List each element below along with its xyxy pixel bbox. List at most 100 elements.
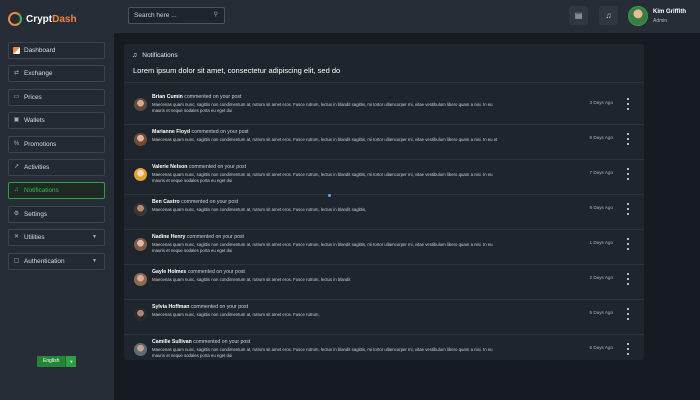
sidebar-item-utilities[interactable]: ✕ Utilities ▼ [8,229,105,247]
more-options-icon[interactable] [626,343,630,355]
language-selector[interactable]: English ▼ [37,356,77,367]
messages-button[interactable]: ▤ [569,6,588,25]
notification-action: commented on your post [188,164,247,170]
notification-body: Maecenas quam nunc, sagittis non condime… [152,277,351,282]
notification-author[interactable]: Sylvia Hoffman [152,304,189,310]
search-icon[interactable]: ⚲ [214,11,218,18]
avatar [134,133,147,146]
notification-body: Maecenas quam nunc, sagittis non condime… [152,102,493,113]
sidebar-item-label: Notifications [24,187,59,195]
avatar [134,238,147,251]
notifications-button[interactable]: ♫ [599,6,618,25]
user-role: Admin [653,18,668,24]
sidebar-item-label: Promotions [24,140,57,148]
sidebar-item-wallets[interactable]: ▣ Wallets [8,112,105,130]
notification-row[interactable]: Nadine Henry commented on your post Maec… [124,230,644,265]
notification-list: Brian Cumin commented on your post Maece… [124,90,644,370]
sidebar-item-promotions[interactable]: % Promotions [8,135,105,153]
sidebar-item-exchange[interactable]: ⇄ Exchange [8,65,105,83]
logo-icon [8,12,22,26]
language-button[interactable]: English [37,356,66,367]
avatar[interactable] [628,6,648,26]
notification-body: Maecenas quam nunc, sagittis non condime… [152,312,320,317]
sidebar-item-notifications[interactable]: ♫ Notifications [8,182,105,200]
avatar [134,98,147,111]
sidebar-item-label: Exchange [24,70,53,78]
more-options-icon[interactable] [626,238,630,250]
logo[interactable]: CryptDash [8,12,77,26]
panel-subtitle: Lorem ipsum dolor sit amet, consectetur … [133,66,341,75]
brand-suffix: Dash [52,13,77,25]
panel-title: Notifications [142,52,178,59]
notification-row[interactable]: Gayle Holmes commented on your post Maec… [124,265,644,300]
chevron-down-icon[interactable]: ▼ [65,356,77,367]
topbar: ⚲ ▤ ♫ Kim Griffith Admin [114,0,700,33]
more-options-icon[interactable] [626,168,630,180]
notification-action: commented on your post [191,129,249,135]
notification-body: Maecenas quam nunc, sagittis non condime… [152,172,493,183]
avatar [134,308,147,321]
notification-body: Maecenas quam nunc, sagittis non condime… [152,242,493,253]
notification-row[interactable]: Sylvia Hoffman commented on your post Ma… [124,300,644,335]
sidebar-item-label: Utilities [24,234,45,242]
sidebar-item-label: Prices [24,93,42,101]
notification-author[interactable]: Camille Sullivan [152,339,192,345]
notification-time: 1 Days Ago [589,240,614,245]
percent-icon: % [13,140,20,147]
bell-icon: ♫ [605,11,612,20]
chevron-down-icon: ▼ [92,234,97,241]
notification-row[interactable]: Ben Castro commented on your post Maecen… [124,195,644,230]
more-options-icon[interactable] [626,98,630,110]
notification-action: commented on your post [186,234,244,240]
more-options-icon[interactable] [626,133,630,145]
notification-author[interactable]: Brian Cumin [152,94,183,100]
avatar [134,168,147,181]
sidebar-item-prices[interactable]: ▭ Prices [8,88,105,106]
avatar [134,343,147,356]
divider [124,82,644,83]
notification-action: commented on your post [181,199,239,205]
gear-icon: ⚙ [13,210,20,217]
sidebar-item-activities[interactable]: ↗ Activities [8,158,105,176]
sidebar-item-label: Wallets [24,117,45,125]
more-options-icon[interactable] [626,273,630,285]
notification-author[interactable]: Nadine Henry [152,234,185,240]
notification-time: 6 Days Ago [589,345,614,350]
notification-time: 8 Days Ago [589,205,614,210]
sidebar-item-label: Activities [24,163,50,171]
notification-author[interactable]: Marianne Floyd [152,129,190,135]
sidebar-item-settings[interactable]: ⚙ Settings [8,205,105,223]
search-box[interactable]: ⚲ [128,7,225,24]
notification-action: commented on your post [190,304,249,310]
sidebar: CryptDash Dashboard ⇄ Exchange ▭ Prices … [0,0,114,400]
bell-icon: ♫ [14,187,19,194]
lock-icon: ▢ [13,257,20,264]
brand-prefix: Crypt [26,13,53,25]
sidebar-item-dashboard[interactable]: Dashboard [8,42,105,59]
notification-author[interactable]: Ben Castro [152,199,180,205]
prices-icon: ▭ [13,93,20,100]
notification-author[interactable]: Gayle Holmes [152,269,186,275]
message-icon: ▤ [574,11,583,20]
notification-time: 7 Days Ago [589,170,614,175]
search-input[interactable] [134,12,214,19]
notification-body: Maecenas quam nunc, sagittis non condime… [152,137,498,142]
notification-body: Maecenas quam nunc, sagittis non condime… [152,207,367,212]
bell-icon: ♫ [132,52,138,59]
sidebar-item-label: Settings [24,210,48,218]
cursor-indicator [328,194,331,197]
sidebar-item-authentication[interactable]: ▢ Authentication ▼ [8,252,105,270]
notification-row[interactable]: Marianne Floyd commented on your post Ma… [124,125,644,160]
notification-time: 5 Days Ago [589,310,614,315]
more-options-icon[interactable] [626,203,630,215]
notification-row[interactable]: Valerie Nelson commented on your post Ma… [124,160,644,195]
sidebar-item-label: Authentication [24,257,65,265]
activity-icon: ↗ [13,163,20,170]
notification-author[interactable]: Valerie Nelson [152,164,187,170]
notification-action: commented on your post [184,94,242,100]
more-options-icon[interactable] [626,308,630,320]
sidebar-nav: Dashboard ⇄ Exchange ▭ Prices ▣ Wallets … [8,42,105,276]
notification-row[interactable]: Brian Cumin commented on your post Maece… [124,90,644,125]
notification-row[interactable]: Camille Sullivan commented on your post … [124,335,644,370]
notification-body: Maecenas quam nunc, sagittis non condime… [152,347,493,358]
